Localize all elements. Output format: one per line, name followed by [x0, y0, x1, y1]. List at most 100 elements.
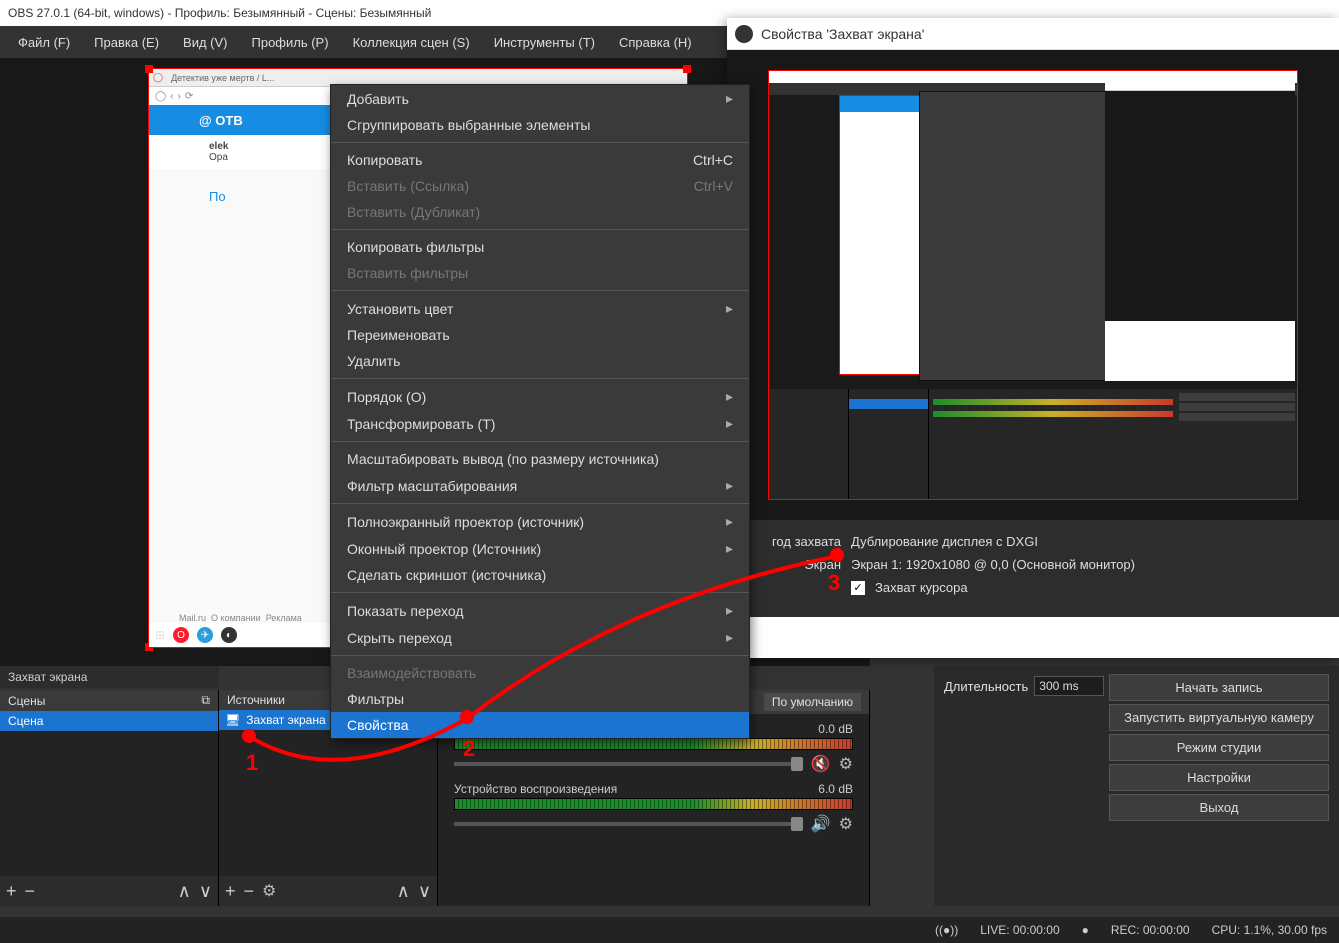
- display-icon: 🖥: [225, 713, 240, 727]
- status-live: LIVE: 00:00:00: [980, 923, 1059, 937]
- transition-duration-input[interactable]: [1034, 676, 1104, 696]
- scenes-dock: Сцены ⧉ Сцена + − ∧ ∨: [0, 690, 219, 906]
- move-up-button[interactable]: ∧: [178, 881, 191, 902]
- sources-title: Источники: [227, 693, 285, 707]
- track-db: 6.0 dB: [818, 782, 853, 796]
- audio-meter: [454, 798, 853, 810]
- properties-form: год захвата Дублирование дисплея с DXGI …: [727, 520, 1339, 617]
- ctx-group[interactable]: Сгруппировать выбранные элементы: [331, 112, 749, 138]
- ctx-fullscreen-proj[interactable]: Полноэкранный проектор (источник): [331, 508, 749, 535]
- remove-scene-button[interactable]: −: [25, 881, 36, 902]
- audio-meter: [454, 738, 853, 750]
- start-recording-button[interactable]: Начать запись: [1109, 674, 1329, 701]
- obs-icon: [735, 25, 753, 43]
- rec-indicator-icon: ●: [1082, 923, 1089, 937]
- ctx-transform[interactable]: Трансформировать (T): [331, 410, 749, 437]
- properties-window: Свойства 'Захват экрана' год захва: [727, 18, 1339, 658]
- screen-label: Экран: [741, 557, 841, 572]
- menu-scene-collection[interactable]: Коллекция сцен (S): [341, 29, 482, 56]
- footer-t: О компании: [211, 613, 261, 623]
- ctx-screenshot[interactable]: Сделать скриншот (источника): [331, 562, 749, 588]
- volume-slider[interactable]: [454, 822, 803, 826]
- track-settings-icon[interactable]: ⚙: [839, 814, 853, 834]
- annotation-number-1: 1: [246, 750, 258, 776]
- ctx-interact: Взаимодействовать: [331, 660, 749, 686]
- ctx-order[interactable]: Порядок (O): [331, 383, 749, 410]
- ctx-filters[interactable]: Фильтры: [331, 686, 749, 712]
- footer-t: Реклама: [266, 613, 302, 623]
- footer-t: Mail.ru: [179, 613, 206, 623]
- ctx-window-proj[interactable]: Оконный проектор (Источник): [331, 535, 749, 562]
- move-down-button[interactable]: ∨: [418, 881, 431, 902]
- ctx-scale-output[interactable]: Масштабировать вывод (по размеру источни…: [331, 446, 749, 472]
- add-scene-button[interactable]: +: [6, 881, 17, 902]
- annotation-number-2: 2: [463, 736, 475, 762]
- shortcut: Ctrl+C: [693, 152, 733, 168]
- annotation-dot-1: [242, 729, 256, 743]
- ctx-paste-filters: Вставить фильтры: [331, 260, 749, 286]
- ctx-add[interactable]: Добавить: [331, 85, 749, 112]
- track-name: Устройство воспроизведения: [454, 782, 617, 796]
- status-bar: ((●)) LIVE: 00:00:00 ● REC: 00:00:00 CPU…: [0, 917, 1339, 943]
- move-up-button[interactable]: ∧: [397, 881, 410, 902]
- ctx-copy-filters[interactable]: Копировать фильтры: [331, 234, 749, 260]
- screen-value[interactable]: Экран 1: 1920x1080 @ 0,0 (Основной монит…: [851, 557, 1325, 572]
- undock-icon[interactable]: ⧉: [201, 693, 210, 708]
- capture-cursor-checkbox[interactable]: ✓: [851, 581, 865, 595]
- capture-method-label: год захвата: [741, 534, 841, 549]
- menu-tools[interactable]: Инструменты (T): [482, 29, 607, 56]
- shortcut: Ctrl+V: [694, 178, 733, 194]
- track-db: 0.0 dB: [818, 722, 853, 736]
- annotation-number-3: 3: [828, 570, 840, 596]
- transition-duration-label: Длительность: [944, 679, 1028, 694]
- mute-icon[interactable]: 🔇: [809, 754, 833, 774]
- annotation-dot-3: [830, 548, 844, 562]
- ctx-scale-filter[interactable]: Фильтр масштабирования: [331, 472, 749, 499]
- mixer-track-playback: Устройство воспроизведения 6.0 dB 🔊 ⚙: [446, 778, 861, 838]
- controls-panel: Длительность ▴▾ Начать запись Запустить …: [934, 666, 1339, 906]
- resize-handle[interactable]: [145, 65, 153, 73]
- properties-title: Свойства 'Захват экрана': [761, 26, 924, 42]
- source-item-label: Захват экрана: [246, 713, 325, 727]
- mixer-default-button[interactable]: По умолчанию: [764, 693, 861, 711]
- ctx-show-transition[interactable]: Показать переход: [331, 597, 749, 624]
- speaker-icon[interactable]: 🔊: [809, 814, 833, 834]
- ctx-set-color[interactable]: Установить цвет: [331, 295, 749, 322]
- menu-file[interactable]: Файл (F): [6, 29, 82, 56]
- dock-header-capture: Захват экрана: [0, 666, 219, 688]
- ctx-properties[interactable]: Свойства: [331, 712, 749, 738]
- settings-button[interactable]: Настройки: [1109, 764, 1329, 791]
- exit-button[interactable]: Выход: [1109, 794, 1329, 821]
- status-rec: REC: 00:00:00: [1111, 923, 1190, 937]
- remove-source-button[interactable]: −: [244, 881, 255, 902]
- ctx-paste-ref: Вставить (Ссылка)Ctrl+V: [331, 173, 749, 199]
- start-virtual-cam-button[interactable]: Запустить виртуальную камеру: [1109, 704, 1329, 731]
- stream-indicator-icon: ((●)): [935, 923, 958, 937]
- studio-mode-button[interactable]: Режим студии: [1109, 734, 1329, 761]
- annotation-dot-2: [460, 710, 474, 724]
- ctx-rename[interactable]: Переименовать: [331, 322, 749, 348]
- window-title: OBS 27.0.1 (64-bit, windows) - Профиль: …: [8, 0, 431, 26]
- capture-method-value[interactable]: Дублирование дисплея с DXGI: [851, 534, 1325, 549]
- move-down-button[interactable]: ∨: [199, 881, 212, 902]
- source-context-menu: Добавить Сгруппировать выбранные элемент…: [330, 84, 750, 739]
- mail-logo: @ ОТВ: [199, 113, 243, 128]
- volume-slider[interactable]: [454, 762, 803, 766]
- add-source-button[interactable]: +: [225, 881, 236, 902]
- menu-help[interactable]: Справка (H): [607, 29, 704, 56]
- scenes-title: Сцены: [8, 694, 45, 708]
- ctx-hide-transition[interactable]: Скрыть переход: [331, 624, 749, 651]
- browser-tab: Детектив уже мертв / L...: [167, 73, 278, 83]
- status-cpu: CPU: 1.1%, 30.00 fps: [1212, 923, 1327, 937]
- scene-item[interactable]: Сцена: [0, 711, 218, 731]
- ctx-paste-dup: Вставить (Дубликат): [331, 199, 749, 225]
- menu-view[interactable]: Вид (V): [171, 29, 239, 56]
- capture-cursor-label: Захват курсора: [875, 580, 968, 595]
- source-properties-button[interactable]: ⚙: [262, 881, 276, 901]
- menu-profile[interactable]: Профиль (P): [240, 29, 341, 56]
- ctx-copy[interactable]: КопироватьCtrl+C: [331, 147, 749, 173]
- menu-edit[interactable]: Правка (E): [82, 29, 171, 56]
- resize-handle[interactable]: [683, 65, 691, 73]
- ctx-remove[interactable]: Удалить: [331, 348, 749, 374]
- track-settings-icon[interactable]: ⚙: [839, 754, 853, 774]
